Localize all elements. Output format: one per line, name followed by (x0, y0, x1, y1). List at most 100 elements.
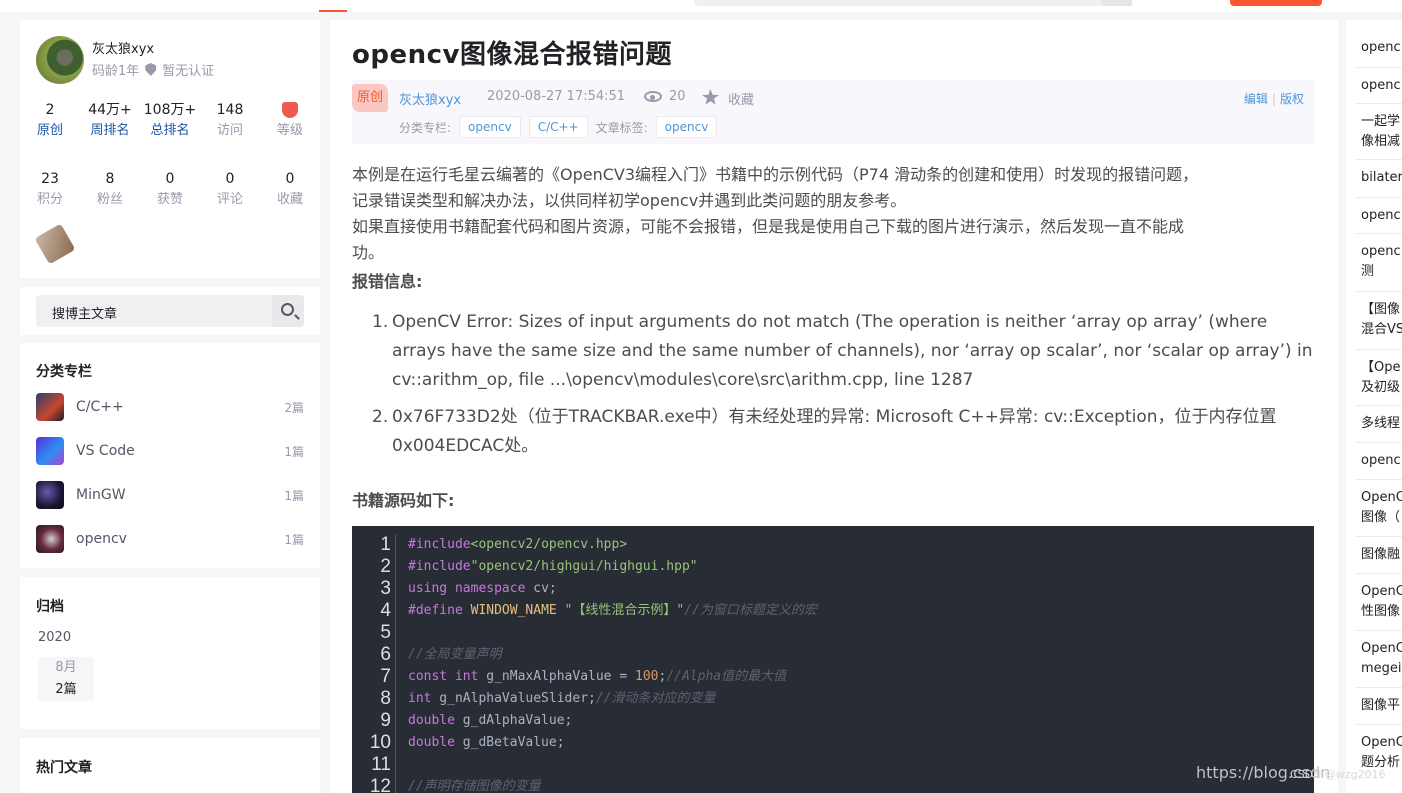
stat-visits: 148 访问 (200, 99, 260, 141)
code-block[interactable]: 1 2 3 4 5 6 7 8 9 10 11 12 #include<opencv2/opencv.… (352, 526, 1314, 793)
category-item-cpp[interactable]: C/C++ 2篇 (36, 393, 304, 421)
related-article-link[interactable]: 图像（ (1361, 508, 1400, 528)
category-name: C/C++ (76, 399, 124, 415)
category-item-mingw[interactable]: MinGW 1篇 (36, 481, 304, 509)
category-count: 1篇 (284, 444, 304, 459)
archive-card (20, 577, 320, 729)
related-article-link[interactable]: megei (1361, 659, 1402, 679)
related-article-link[interactable]: openc (1361, 76, 1401, 96)
article-meta-bar: 原创 灰太狼xyx 2020-08-27 17:54:51 20 收藏 编辑 | 版… (352, 80, 1314, 144)
related-article-link[interactable]: 【图像 (1361, 300, 1400, 320)
blog-search-button[interactable] (272, 295, 304, 327)
related-article-link[interactable]: openc (1361, 206, 1401, 226)
related-article-link[interactable]: openc (1361, 451, 1401, 471)
related-article-link[interactable]: 性图像 (1361, 602, 1400, 622)
stat-value: 108万+ (143, 102, 197, 118)
line-number: 2 (380, 556, 391, 577)
publish-button[interactable] (1230, 0, 1322, 6)
related-article-link[interactable]: OpenC (1361, 733, 1402, 753)
category-thumbnail (36, 525, 64, 553)
line-number: 3 (380, 578, 391, 599)
category-item-opencv[interactable]: opencv 1篇 (36, 525, 304, 553)
related-article-link[interactable]: openc (1361, 38, 1401, 58)
stat-value: 148 (216, 102, 244, 118)
stat-label: 周排名 (90, 123, 130, 138)
star-icon[interactable] (702, 89, 719, 105)
column-tag-opencv[interactable]: opencv (459, 116, 521, 138)
tag-label: 文章标签: (595, 120, 648, 135)
global-search-input[interactable] (694, 0, 1132, 6)
top-nav-bar (0, 0, 1402, 12)
text-line: 如果直接使用书籍配套代码和图片资源，可能不会报错，但是我是使用自己下载的图片进行… (352, 217, 1185, 236)
stat-comments: 0 评论 (200, 168, 260, 210)
stat-value: 0 (165, 171, 175, 187)
divider (1356, 291, 1402, 292)
divider (1356, 233, 1402, 234)
line-number: 12 (369, 776, 391, 793)
archive-month-count: 2篇 (55, 682, 77, 697)
line-number: 5 (380, 622, 391, 643)
related-article-link[interactable]: OpenC (1361, 582, 1402, 602)
avatar[interactable] (36, 36, 84, 84)
archive-title: 归档 (36, 599, 64, 615)
category-thumbnail (36, 481, 64, 509)
related-article-link[interactable]: bilater (1361, 168, 1402, 188)
line-number: 1 (380, 534, 391, 555)
related-article-link[interactable]: 图像平 (1361, 696, 1400, 716)
line-number: 7 (380, 666, 391, 687)
stat-weekly-rank[interactable]: 44万+ 周排名 (80, 99, 140, 141)
stat-original[interactable]: 2 原创 (20, 99, 80, 141)
archive-month-item[interactable]: 8月 2篇 (38, 657, 94, 701)
category-item-vscode[interactable]: VS Code 1篇 (36, 437, 304, 465)
divider (1356, 103, 1402, 104)
related-article-link[interactable]: 多线程 (1361, 414, 1400, 434)
edit-link[interactable]: 编辑 (1244, 92, 1268, 106)
favorite-button[interactable]: 收藏 (728, 89, 754, 108)
stat-favorites: 0 收藏 (260, 168, 320, 210)
column-tag-cpp[interactable]: C/C++ (528, 116, 588, 138)
category-name: MinGW (76, 487, 126, 503)
stat-value: 44万+ (88, 102, 132, 118)
divider (1356, 197, 1402, 198)
article-tag-opencv[interactable]: opencv (655, 116, 718, 138)
related-article-link[interactable]: openc (1361, 242, 1401, 262)
certification-status: 暂无认证 (162, 64, 215, 79)
related-article-link[interactable]: OpenC (1361, 488, 1402, 508)
stat-level[interactable]: 等级 (260, 99, 320, 141)
archive-year[interactable]: 2020 (38, 630, 71, 645)
code-line: //声明存储图像的变量 (408, 779, 541, 793)
error-text: OpenCV Error: Sizes of input arguments d… (392, 312, 1313, 390)
related-article-link[interactable]: 混合VS (1361, 320, 1402, 340)
copyright-link[interactable]: 版权 (1280, 92, 1304, 106)
global-search-button[interactable] (1102, 0, 1132, 6)
stat-total-rank[interactable]: 108万+ 总排名 (140, 99, 200, 141)
divider (1356, 687, 1402, 688)
divider (1356, 159, 1402, 160)
profile-name[interactable]: 灰太狼xyx (92, 38, 154, 57)
divider (1356, 724, 1402, 725)
stat-fans: 8 粉丝 (80, 168, 140, 210)
related-article-link[interactable]: 及初级 (1361, 378, 1400, 398)
code-heading: 书籍源码如下: (352, 491, 455, 510)
category-title: 分类专栏 (36, 364, 92, 380)
related-article-link[interactable]: 一起学 (1361, 112, 1400, 132)
line-number: 4 (380, 600, 391, 621)
code-line: #include<opencv2/opencv.hpp> (408, 537, 628, 552)
search-icon (281, 303, 294, 316)
related-article-link[interactable]: 图像融 (1361, 545, 1400, 565)
related-article-link[interactable]: OpenC (1361, 639, 1402, 659)
blog-search-input[interactable]: 搜博主文章 (52, 303, 117, 322)
stat-label: 等级 (276, 123, 303, 138)
related-article-link[interactable]: 【Ope (1361, 358, 1400, 378)
divider (1356, 405, 1402, 406)
article-author[interactable]: 灰太狼xyx (399, 89, 461, 108)
active-nav-underline (319, 10, 347, 12)
related-article-link[interactable]: 测 (1361, 262, 1374, 282)
divider: | (1271, 92, 1276, 106)
stats-row-1: 2 原创 44万+ 周排名 108万+ 总排名 148 访问 等级 (20, 99, 320, 141)
category-name: VS Code (76, 443, 135, 459)
related-article-link[interactable]: 像相减 (1361, 132, 1400, 152)
stat-label: 总排名 (150, 123, 190, 138)
